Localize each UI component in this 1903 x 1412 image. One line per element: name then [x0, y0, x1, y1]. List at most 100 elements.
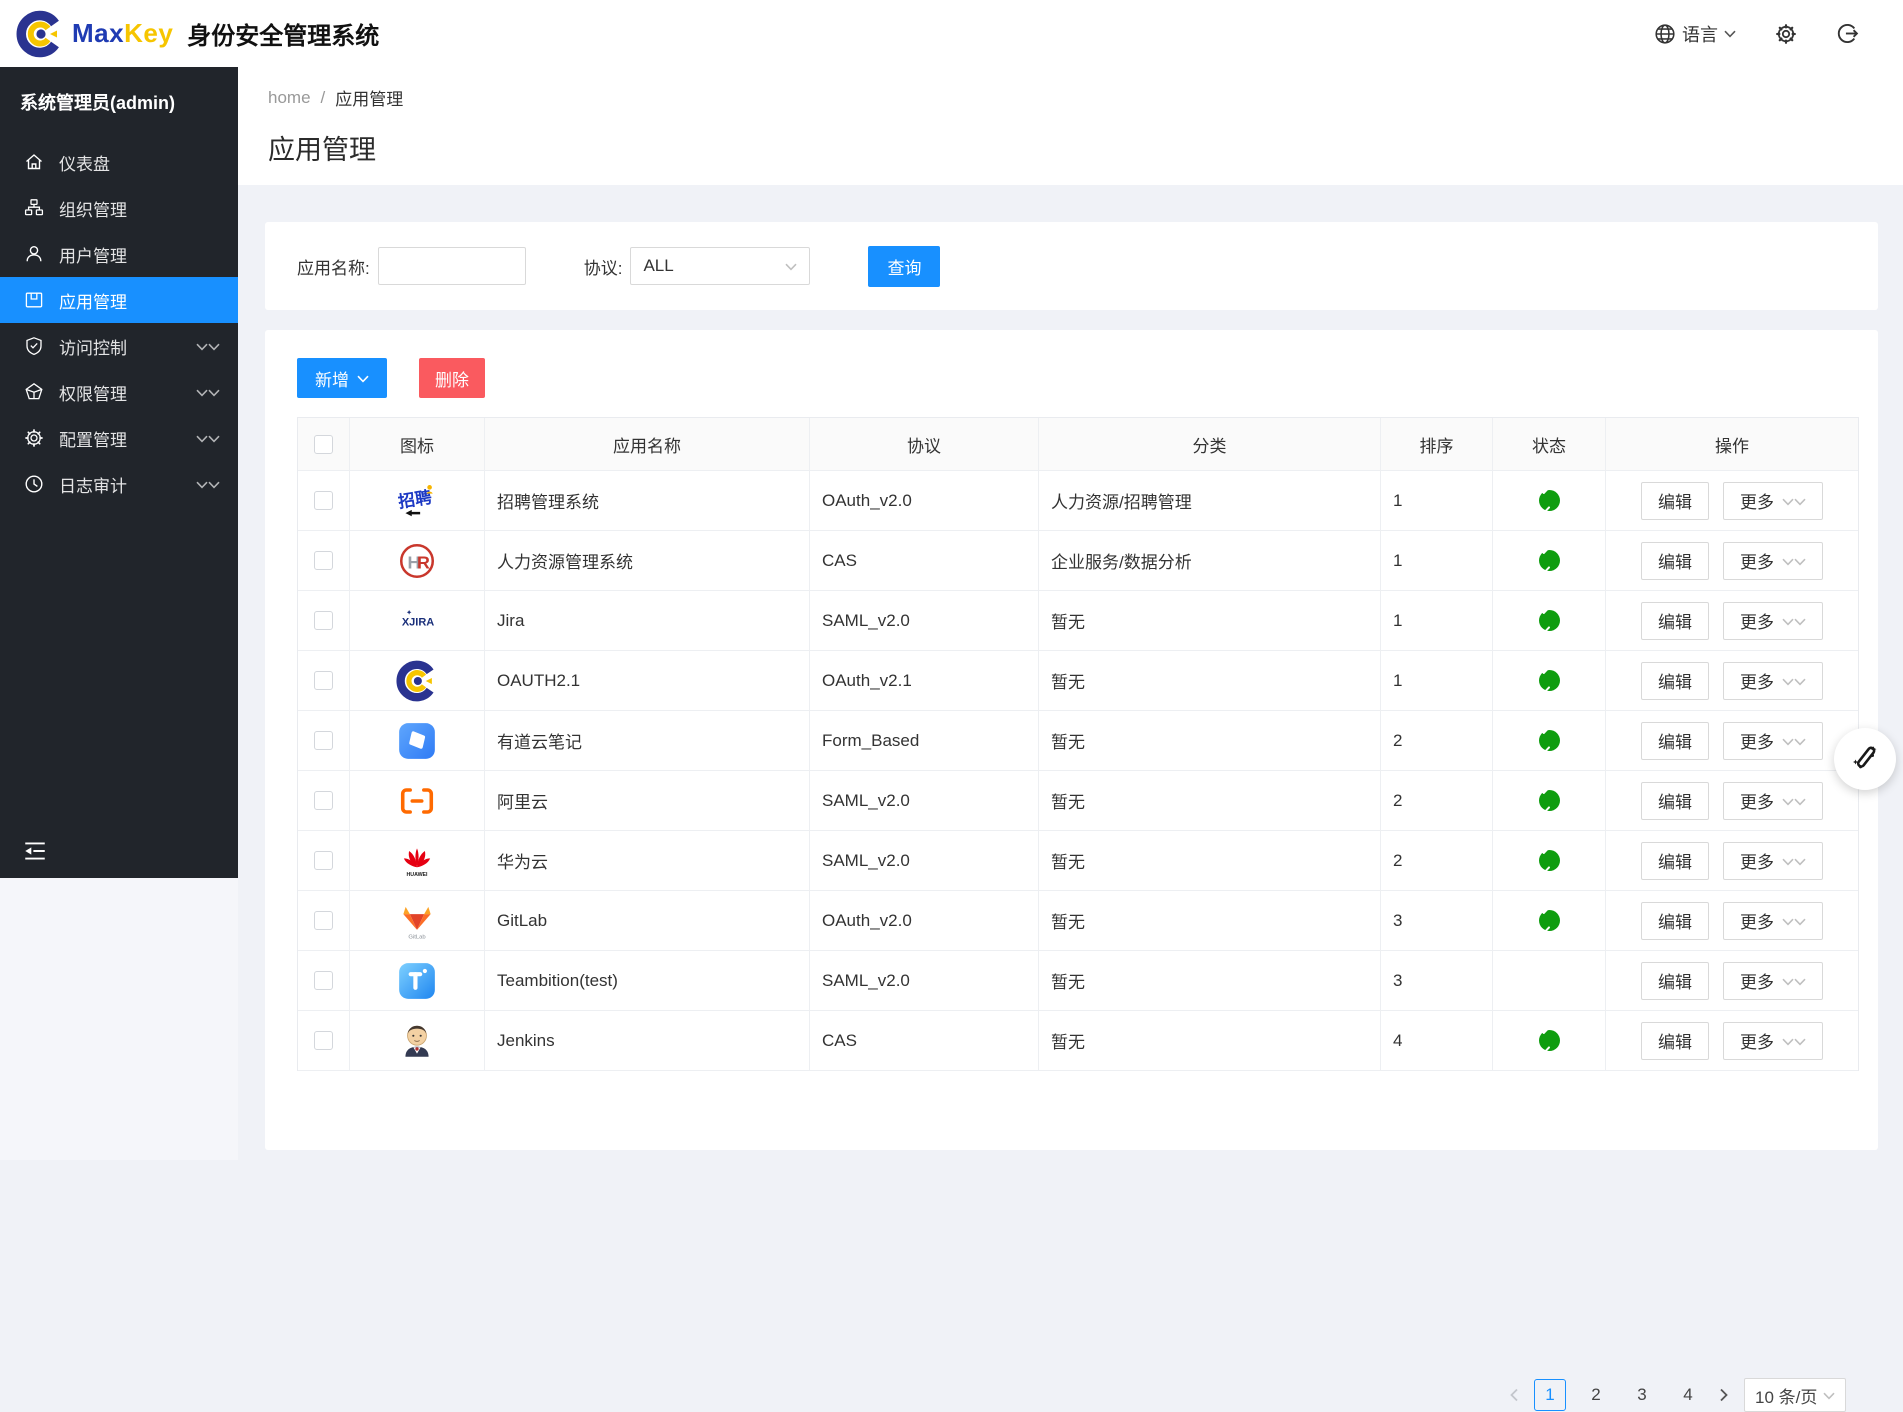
- page-number-1[interactable]: 1: [1534, 1379, 1566, 1411]
- column-header-icon: 图标: [350, 418, 485, 470]
- next-page-arrow-icon[interactable]: [1718, 1388, 1730, 1402]
- column-header-name: 应用名称: [485, 418, 810, 470]
- maxkey-logo: [396, 660, 438, 702]
- edit-button[interactable]: 编辑: [1641, 722, 1709, 760]
- sidebar-item-5[interactable]: 访问控制: [0, 323, 238, 369]
- perm-icon: [24, 382, 44, 402]
- app-sort: 1: [1381, 471, 1493, 530]
- more-button[interactable]: 更多: [1723, 662, 1823, 700]
- status-active-icon: [1539, 910, 1560, 931]
- page-size-select[interactable]: 10 条/页: [1744, 1378, 1846, 1412]
- row-checkbox[interactable]: [314, 911, 333, 930]
- table-row: OAUTH2.1 OAuth_v2.1 暂无 1 编辑 更多: [298, 651, 1858, 711]
- status-active-icon: [1539, 790, 1560, 811]
- table-row: Teambition(test) SAML_v2.0 暂无 3 编辑 更多: [298, 951, 1858, 1011]
- more-button[interactable]: 更多: [1723, 782, 1823, 820]
- language-menu[interactable]: 语言: [1654, 21, 1736, 47]
- app-name: 人力资源管理系统: [485, 531, 810, 590]
- chevron-down-icon: [1782, 551, 1806, 571]
- sidebar-item-7[interactable]: 配置管理: [0, 415, 238, 461]
- breadcrumb-current: 应用管理: [335, 85, 403, 110]
- app-category: 人力资源/招聘管理: [1039, 471, 1381, 530]
- delete-button[interactable]: 删除: [419, 358, 485, 398]
- main-content: home / 应用管理 应用管理 应用名称: 协议: ALL 查询 新增: [238, 67, 1903, 1160]
- edit-button[interactable]: 编辑: [1641, 662, 1709, 700]
- page-number-4[interactable]: 4: [1672, 1379, 1704, 1411]
- magic-wand-icon: [1850, 742, 1880, 777]
- edit-button[interactable]: 编辑: [1641, 782, 1709, 820]
- table-row: 招聘 招聘管理系统 OAuth_v2.0 人力资源/招聘管理 1 编辑 更多: [298, 471, 1858, 531]
- logout-button[interactable]: [1836, 22, 1859, 45]
- sidebar-item-8[interactable]: 日志审计: [0, 461, 238, 507]
- edit-button[interactable]: 编辑: [1641, 542, 1709, 580]
- edit-button[interactable]: 编辑: [1641, 842, 1709, 880]
- app-sort: 2: [1381, 711, 1493, 770]
- more-button[interactable]: 更多: [1723, 1022, 1823, 1060]
- edit-button[interactable]: 编辑: [1641, 602, 1709, 640]
- top-header: MaxKey 身份安全管理系统 语言: [0, 0, 1903, 67]
- gitlab-logo: GitLab: [396, 900, 438, 942]
- row-checkbox[interactable]: [314, 551, 333, 570]
- app-name: Jenkins: [485, 1011, 810, 1070]
- dashboard-icon: [24, 152, 44, 172]
- sidebar-item-1[interactable]: 仪表盘: [0, 139, 238, 185]
- breadcrumb-home[interactable]: home: [268, 88, 311, 108]
- app-sort: 4: [1381, 1011, 1493, 1070]
- chevron-down-icon: [1724, 30, 1736, 38]
- settings-button[interactable]: [1774, 22, 1798, 46]
- more-button[interactable]: 更多: [1723, 722, 1823, 760]
- more-button[interactable]: 更多: [1723, 482, 1823, 520]
- chevron-down-icon: [1782, 791, 1806, 811]
- sidebar-footer-area: [0, 878, 238, 1160]
- more-button[interactable]: 更多: [1723, 842, 1823, 880]
- app-name-filter-input[interactable]: [378, 247, 526, 285]
- status-active-icon: [1539, 490, 1560, 511]
- protocol-filter-select[interactable]: ALL: [630, 247, 810, 285]
- app-category: 暂无: [1039, 891, 1381, 950]
- app-category: 暂无: [1039, 711, 1381, 770]
- row-checkbox[interactable]: [314, 491, 333, 510]
- edit-button[interactable]: 编辑: [1641, 482, 1709, 520]
- edit-button[interactable]: 编辑: [1641, 1022, 1709, 1060]
- page-number-2[interactable]: 2: [1580, 1379, 1612, 1411]
- sidebar-item-4[interactable]: 应用管理: [0, 277, 238, 323]
- chevron-down-icon: [1782, 911, 1806, 931]
- menu-fold-icon[interactable]: [22, 838, 48, 864]
- column-header-status: 状态: [1493, 418, 1606, 470]
- app-name: Teambition(test): [485, 951, 810, 1010]
- row-checkbox[interactable]: [314, 851, 333, 870]
- select-all-checkbox[interactable]: [314, 435, 333, 454]
- row-checkbox[interactable]: [314, 611, 333, 630]
- row-checkbox[interactable]: [314, 731, 333, 750]
- huawei-logo: HUAWEI: [396, 840, 438, 882]
- page-number-3[interactable]: 3: [1626, 1379, 1658, 1411]
- app-protocol: OAuth_v2.1: [810, 651, 1039, 710]
- row-checkbox[interactable]: [314, 1031, 333, 1050]
- app-category: 企业服务/数据分析: [1039, 531, 1381, 590]
- gear-icon: [1774, 22, 1798, 46]
- sidebar-item-3[interactable]: 用户管理: [0, 231, 238, 277]
- table-row: Jenkins CAS 暂无 4 编辑 更多: [298, 1011, 1858, 1071]
- breadcrumb-separator: /: [321, 88, 326, 108]
- app-protocol: SAML_v2.0: [810, 771, 1039, 830]
- svg-text:R: R: [417, 552, 430, 572]
- edit-button[interactable]: 编辑: [1641, 962, 1709, 1000]
- theme-magic-wand-button[interactable]: [1834, 728, 1896, 790]
- row-checkbox[interactable]: [314, 671, 333, 690]
- row-checkbox[interactable]: [314, 971, 333, 990]
- prev-page-arrow-icon[interactable]: [1508, 1388, 1520, 1402]
- sidebar-item-2[interactable]: 组织管理: [0, 185, 238, 231]
- edit-button[interactable]: 编辑: [1641, 902, 1709, 940]
- app-category: 暂无: [1039, 771, 1381, 830]
- add-button[interactable]: 新增: [297, 358, 387, 398]
- sidebar-item-6[interactable]: 权限管理: [0, 369, 238, 415]
- brand-name-max: Max: [72, 18, 124, 48]
- row-checkbox[interactable]: [314, 791, 333, 810]
- chevron-down-icon: [1782, 1031, 1806, 1051]
- more-button[interactable]: 更多: [1723, 602, 1823, 640]
- more-button[interactable]: 更多: [1723, 542, 1823, 580]
- more-button[interactable]: 更多: [1723, 962, 1823, 1000]
- more-button[interactable]: 更多: [1723, 902, 1823, 940]
- app-icon: [24, 290, 44, 310]
- search-button[interactable]: 查询: [868, 246, 940, 287]
